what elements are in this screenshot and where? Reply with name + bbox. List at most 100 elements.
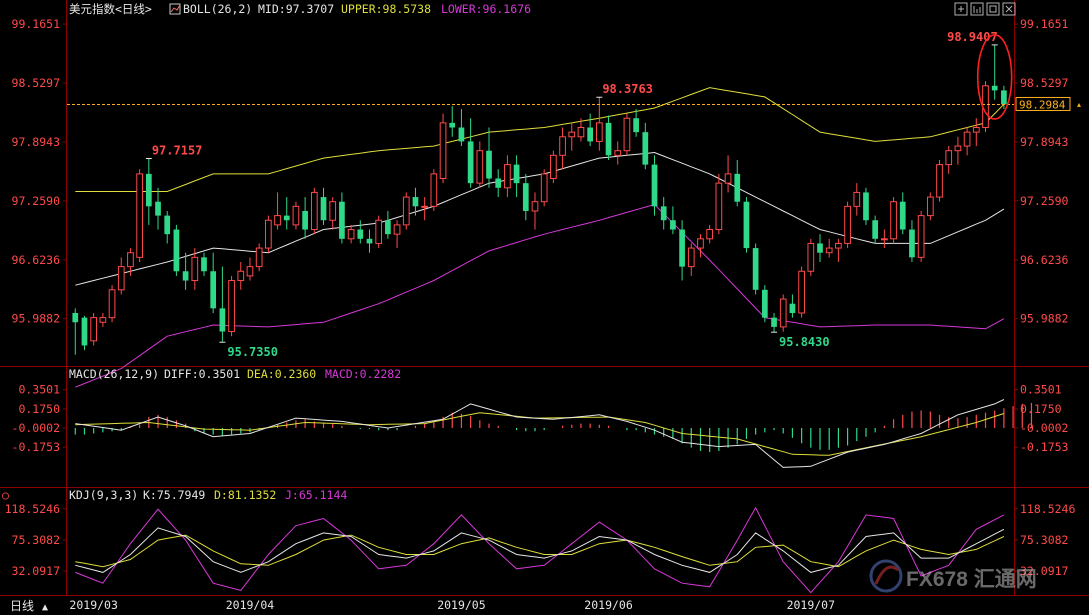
- date-label: 2019/04: [226, 598, 275, 612]
- candle-body-up: [724, 173, 732, 184]
- candle-body-down: [449, 122, 456, 128]
- candle-body-down: [486, 150, 492, 179]
- candle-body-up: [917, 215, 925, 258]
- low-label: 95.7350: [227, 345, 278, 359]
- macd-axis-label-right: 0.1750: [1020, 402, 1062, 416]
- candle-body-up: [559, 136, 566, 156]
- price-axis-label-right: 99.1651: [1020, 17, 1069, 31]
- candle-body-down: [81, 317, 88, 346]
- candle-body-down: [458, 127, 465, 142]
- candle-body-down: [1001, 90, 1007, 105]
- candle-body-up: [614, 150, 622, 156]
- candle-body-up: [375, 219, 383, 244]
- candle-body-down: [743, 201, 750, 249]
- candle-body-up: [310, 191, 318, 231]
- candle-body-down: [173, 229, 180, 272]
- candle-body-down: [357, 229, 364, 239]
- macd-axis-label-left: -0.0002: [12, 421, 60, 435]
- candle-body-up: [697, 238, 704, 249]
- candle-body-down: [210, 271, 217, 309]
- candle-body-down: [339, 201, 345, 239]
- macd-diff-value: DIFF:0.3501: [164, 367, 240, 381]
- date-label: 2019/05: [437, 598, 485, 612]
- price-axis-label-right: 97.8943: [1020, 135, 1069, 149]
- candle-body-up: [926, 196, 934, 217]
- date-label: 2019/06: [584, 598, 633, 612]
- price-axis-label-right: 95.9882: [1020, 312, 1068, 326]
- candle-body-down: [752, 248, 759, 290]
- high-label: 97.7157: [152, 144, 203, 158]
- candle-body-down: [155, 201, 161, 216]
- candle-body-up: [108, 289, 116, 319]
- candle-body-down: [412, 197, 419, 207]
- candle-body-down: [182, 271, 189, 281]
- candle-body-down: [633, 118, 639, 133]
- price-axis-label-right: 98.5297: [1020, 76, 1069, 90]
- candle-body-up: [117, 266, 125, 291]
- candle-body-down: [660, 206, 667, 221]
- high-label: 98.3763: [602, 82, 653, 96]
- period-label: 日线: [10, 599, 34, 613]
- candle-body-up: [825, 247, 833, 254]
- candle-body-up: [90, 317, 98, 342]
- period-button[interactable]: 日线 ▲: [0, 596, 66, 615]
- candle-body-down: [642, 132, 649, 165]
- macd-axis-label-right: -0.1753: [1020, 440, 1069, 454]
- boll-name: BOLL(26,2): [183, 2, 252, 16]
- candle-body-down: [302, 210, 308, 230]
- kdj-name: KDJ(9,3,3): [69, 488, 138, 502]
- candle-body-down: [385, 220, 391, 235]
- candle-body-up: [347, 229, 355, 240]
- candle-body-down: [605, 122, 612, 156]
- candle-body-up: [945, 150, 953, 166]
- macd-axis-label-right: -0.0002: [1020, 421, 1068, 435]
- candle-body-down: [651, 164, 658, 207]
- candle-body-down: [863, 192, 869, 221]
- candle-body-up: [706, 229, 714, 240]
- candle-body-up: [853, 191, 861, 207]
- candle-body-down: [72, 312, 79, 323]
- candle-body-up: [402, 196, 410, 226]
- date-label: 2019/07: [787, 598, 836, 612]
- kdj-j-value: J:65.1144: [285, 488, 347, 502]
- watermark-text: FX678 汇通网: [906, 568, 1037, 591]
- date-label: 2019/03: [69, 598, 118, 612]
- candle-body-up: [191, 256, 199, 282]
- candle-body-up: [687, 247, 695, 268]
- candle-body-down: [219, 308, 226, 332]
- candle-body-up: [715, 182, 723, 231]
- candle-body-down: [164, 215, 171, 235]
- candle-body-up: [577, 127, 585, 138]
- candle-body-down: [789, 303, 796, 313]
- candle-body-down: [145, 173, 152, 207]
- price-axis-label-left: 99.1651: [12, 17, 61, 31]
- triangle-up-icon: ▲: [42, 602, 48, 613]
- candle-body-up: [550, 154, 557, 180]
- price-axis-label-left: 95.9882: [12, 312, 60, 326]
- candle-body-up: [963, 131, 971, 147]
- price-axis-label-right: 96.6236: [1020, 253, 1069, 267]
- candle-body-down: [522, 183, 529, 211]
- candle-body-down: [991, 85, 998, 91]
- candle-body-up: [439, 122, 447, 180]
- candle-body-up: [798, 270, 805, 314]
- candle-body-up: [595, 122, 603, 142]
- stock-chart[interactable]: 99.1651 99.1651 98.5297 98.5297 97.8943 97.89…: [0, 0, 1089, 615]
- candle-body-up: [954, 145, 962, 152]
- kdj-marker-icon: ○: [2, 488, 9, 502]
- candle-body-up: [228, 280, 235, 333]
- candle-body-up: [430, 173, 438, 207]
- candle-body-down: [467, 141, 474, 184]
- candle-body-up: [292, 205, 300, 226]
- candle-body-up: [531, 201, 539, 212]
- candle-body-up: [623, 117, 631, 152]
- candle-body-up: [237, 270, 245, 282]
- candle-body-down: [679, 229, 685, 267]
- macd-axis-label-left: 0.3501: [18, 383, 60, 397]
- candle-body-down: [201, 257, 207, 272]
- macd-macd-value: MACD:0.2282: [325, 367, 401, 381]
- candle-body-down: [899, 201, 906, 230]
- macd-axis-label-right: 0.3501: [1020, 383, 1062, 397]
- candle-body-up: [844, 205, 851, 244]
- candle-body-up: [504, 164, 511, 189]
